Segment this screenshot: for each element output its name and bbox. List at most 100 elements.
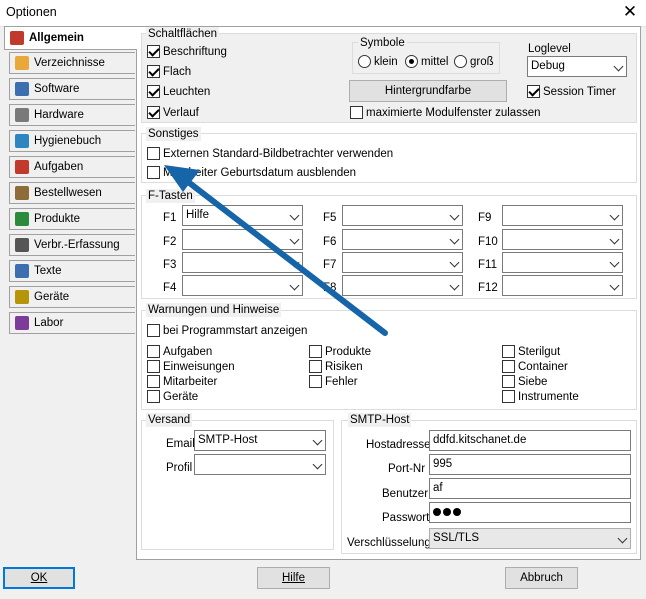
warn-checkbox-risiken[interactable] (309, 360, 322, 373)
hostadresse-field[interactable]: ddfd.kitschanet.de (429, 430, 631, 451)
fkey-select-f2[interactable] (182, 229, 303, 250)
warn-checkbox-geräte[interactable] (147, 390, 160, 403)
tab-geräte[interactable]: Geräte (9, 286, 135, 308)
tab-label: Hardware (34, 109, 84, 121)
tasks-icon (15, 160, 29, 174)
gear-icon (15, 108, 29, 122)
globe-icon (15, 134, 29, 148)
loglevel-label: Loglevel (528, 43, 571, 55)
tab-bestellwesen[interactable]: Bestellwesen (9, 182, 135, 204)
tab-label: Hygienebuch (34, 135, 102, 147)
mitarbeiter-geburtsdatum-checkbox[interactable] (147, 166, 160, 179)
session-timer-checkbox[interactable] (527, 85, 540, 98)
tab-label: Bestellwesen (34, 187, 102, 199)
chevron-down-icon (291, 236, 298, 243)
fkey-label-f8: F8 (323, 282, 337, 294)
fkey-select-f1[interactable]: Hilfe (182, 205, 303, 226)
chevron-down-icon (314, 461, 321, 468)
fkey-label-f11: F11 (478, 259, 497, 271)
radio-gross[interactable] (454, 55, 467, 68)
warn-checkbox-container[interactable] (502, 360, 515, 373)
port-field[interactable]: 995 (429, 454, 631, 475)
chevron-down-icon (291, 212, 298, 219)
tab-produkte[interactable]: Produkte (9, 208, 135, 230)
tab-label: Texte (34, 265, 62, 277)
software-icon (15, 82, 29, 96)
tab-hardware[interactable]: Hardware (9, 104, 135, 126)
warn-checkbox-aufgaben[interactable] (147, 345, 160, 358)
fkey-select-f3[interactable] (182, 252, 303, 273)
fkey-select-f9[interactable] (502, 205, 623, 226)
warn-checkbox-einweisungen[interactable] (147, 360, 160, 373)
tab-labor[interactable]: Labor (9, 312, 135, 334)
fkey-label-f7: F7 (323, 259, 337, 271)
warnungen-title: Warnungen und Hinweise (146, 303, 282, 317)
chevron-down-icon (291, 259, 298, 266)
fkey-select-f8[interactable] (342, 275, 463, 296)
fkey-label-f12: F12 (478, 282, 498, 294)
beschriftung-checkbox[interactable] (147, 45, 160, 58)
verschluesselung-label: Verschlüsselung (347, 537, 431, 549)
ok-button[interactable]: OK (3, 567, 75, 589)
warn-label: Produkte (325, 346, 372, 358)
email-select[interactable]: SMTP-Host (194, 430, 326, 451)
mitarbeiter-geburtsdatum-label: Mitarbeiter Geburtsdatum ausblenden (163, 167, 357, 179)
fkey-select-f6[interactable] (342, 229, 463, 250)
tab-label: Produkte (34, 213, 81, 225)
programmstart-checkbox[interactable] (147, 324, 160, 337)
warn-label: Container (518, 361, 568, 373)
loglevel-select[interactable]: Debug (527, 56, 627, 77)
abbruch-button[interactable]: Abbruch (505, 567, 578, 589)
fkey-select-f5[interactable] (342, 205, 463, 226)
warn-checkbox-sterilgut[interactable] (502, 345, 515, 358)
fkey-select-f11[interactable] (502, 252, 623, 273)
email-label: Email (166, 438, 195, 450)
fkey-select-f10[interactable] (502, 229, 623, 250)
chevron-down-icon (611, 282, 618, 289)
verlauf-checkbox[interactable] (147, 106, 160, 119)
maximierte-label: maximierte Modulfenster zulassen (366, 107, 541, 119)
tab-aufgaben[interactable]: Aufgaben (9, 156, 135, 178)
tab-texte[interactable]: Texte (9, 260, 135, 282)
radio-mittel[interactable] (405, 55, 418, 68)
close-button[interactable]: ✕ (620, 2, 640, 22)
fkey-select-f4[interactable] (182, 275, 303, 296)
fkey-select-f7[interactable] (342, 252, 463, 273)
title-bar (0, 0, 646, 26)
tab-allgemein[interactable]: Allgemein (4, 26, 137, 50)
password-dot (443, 507, 451, 516)
klein-label: klein (374, 56, 398, 68)
verlauf-label: Verlauf (163, 107, 199, 119)
fkey-select-f12[interactable] (502, 275, 623, 296)
warn-checkbox-produkte[interactable] (309, 345, 322, 358)
warn-checkbox-instrumente[interactable] (502, 390, 515, 403)
verschluesselung-select[interactable]: SSL/TLS (429, 528, 631, 549)
warn-checkbox-fehler[interactable] (309, 375, 322, 388)
symbole-title: Symbole (358, 36, 407, 50)
passwort-field[interactable] (429, 502, 631, 523)
radio-klein[interactable] (358, 55, 371, 68)
passwort-label: Passwort (382, 512, 430, 524)
tab-verbr-erfassung[interactable]: Verbr.-Erfassung (9, 234, 135, 256)
loglevel-value: Debug (531, 60, 565, 72)
leuchten-checkbox[interactable] (147, 85, 160, 98)
fkey-label-f2: F2 (163, 236, 177, 248)
schaltflaechen-title: Schaltflächen (146, 27, 220, 41)
chevron-down-icon (291, 282, 298, 289)
chevron-down-icon (619, 535, 626, 542)
tab-verzeichnisse[interactable]: Verzeichnisse (9, 52, 135, 74)
hilfe-button[interactable]: Hilfe (257, 567, 330, 589)
ftasten-title: F-Tasten (146, 189, 195, 203)
warn-checkbox-mitarbeiter[interactable] (147, 375, 160, 388)
hintergrundfarbe-button[interactable]: Hintergrundfarbe (349, 80, 507, 102)
flach-checkbox[interactable] (147, 65, 160, 78)
tab-hygienebuch[interactable]: Hygienebuch (9, 130, 135, 152)
benutzer-field[interactable]: af (429, 478, 631, 499)
externen-checkbox[interactable] (147, 147, 160, 160)
warn-label: Geräte (163, 391, 199, 403)
maximierte-checkbox[interactable] (350, 106, 363, 119)
profil-select[interactable] (194, 454, 326, 475)
warn-checkbox-siebe[interactable] (502, 375, 515, 388)
warn-label: Aufgaben (163, 346, 213, 358)
tab-software[interactable]: Software (9, 78, 135, 100)
